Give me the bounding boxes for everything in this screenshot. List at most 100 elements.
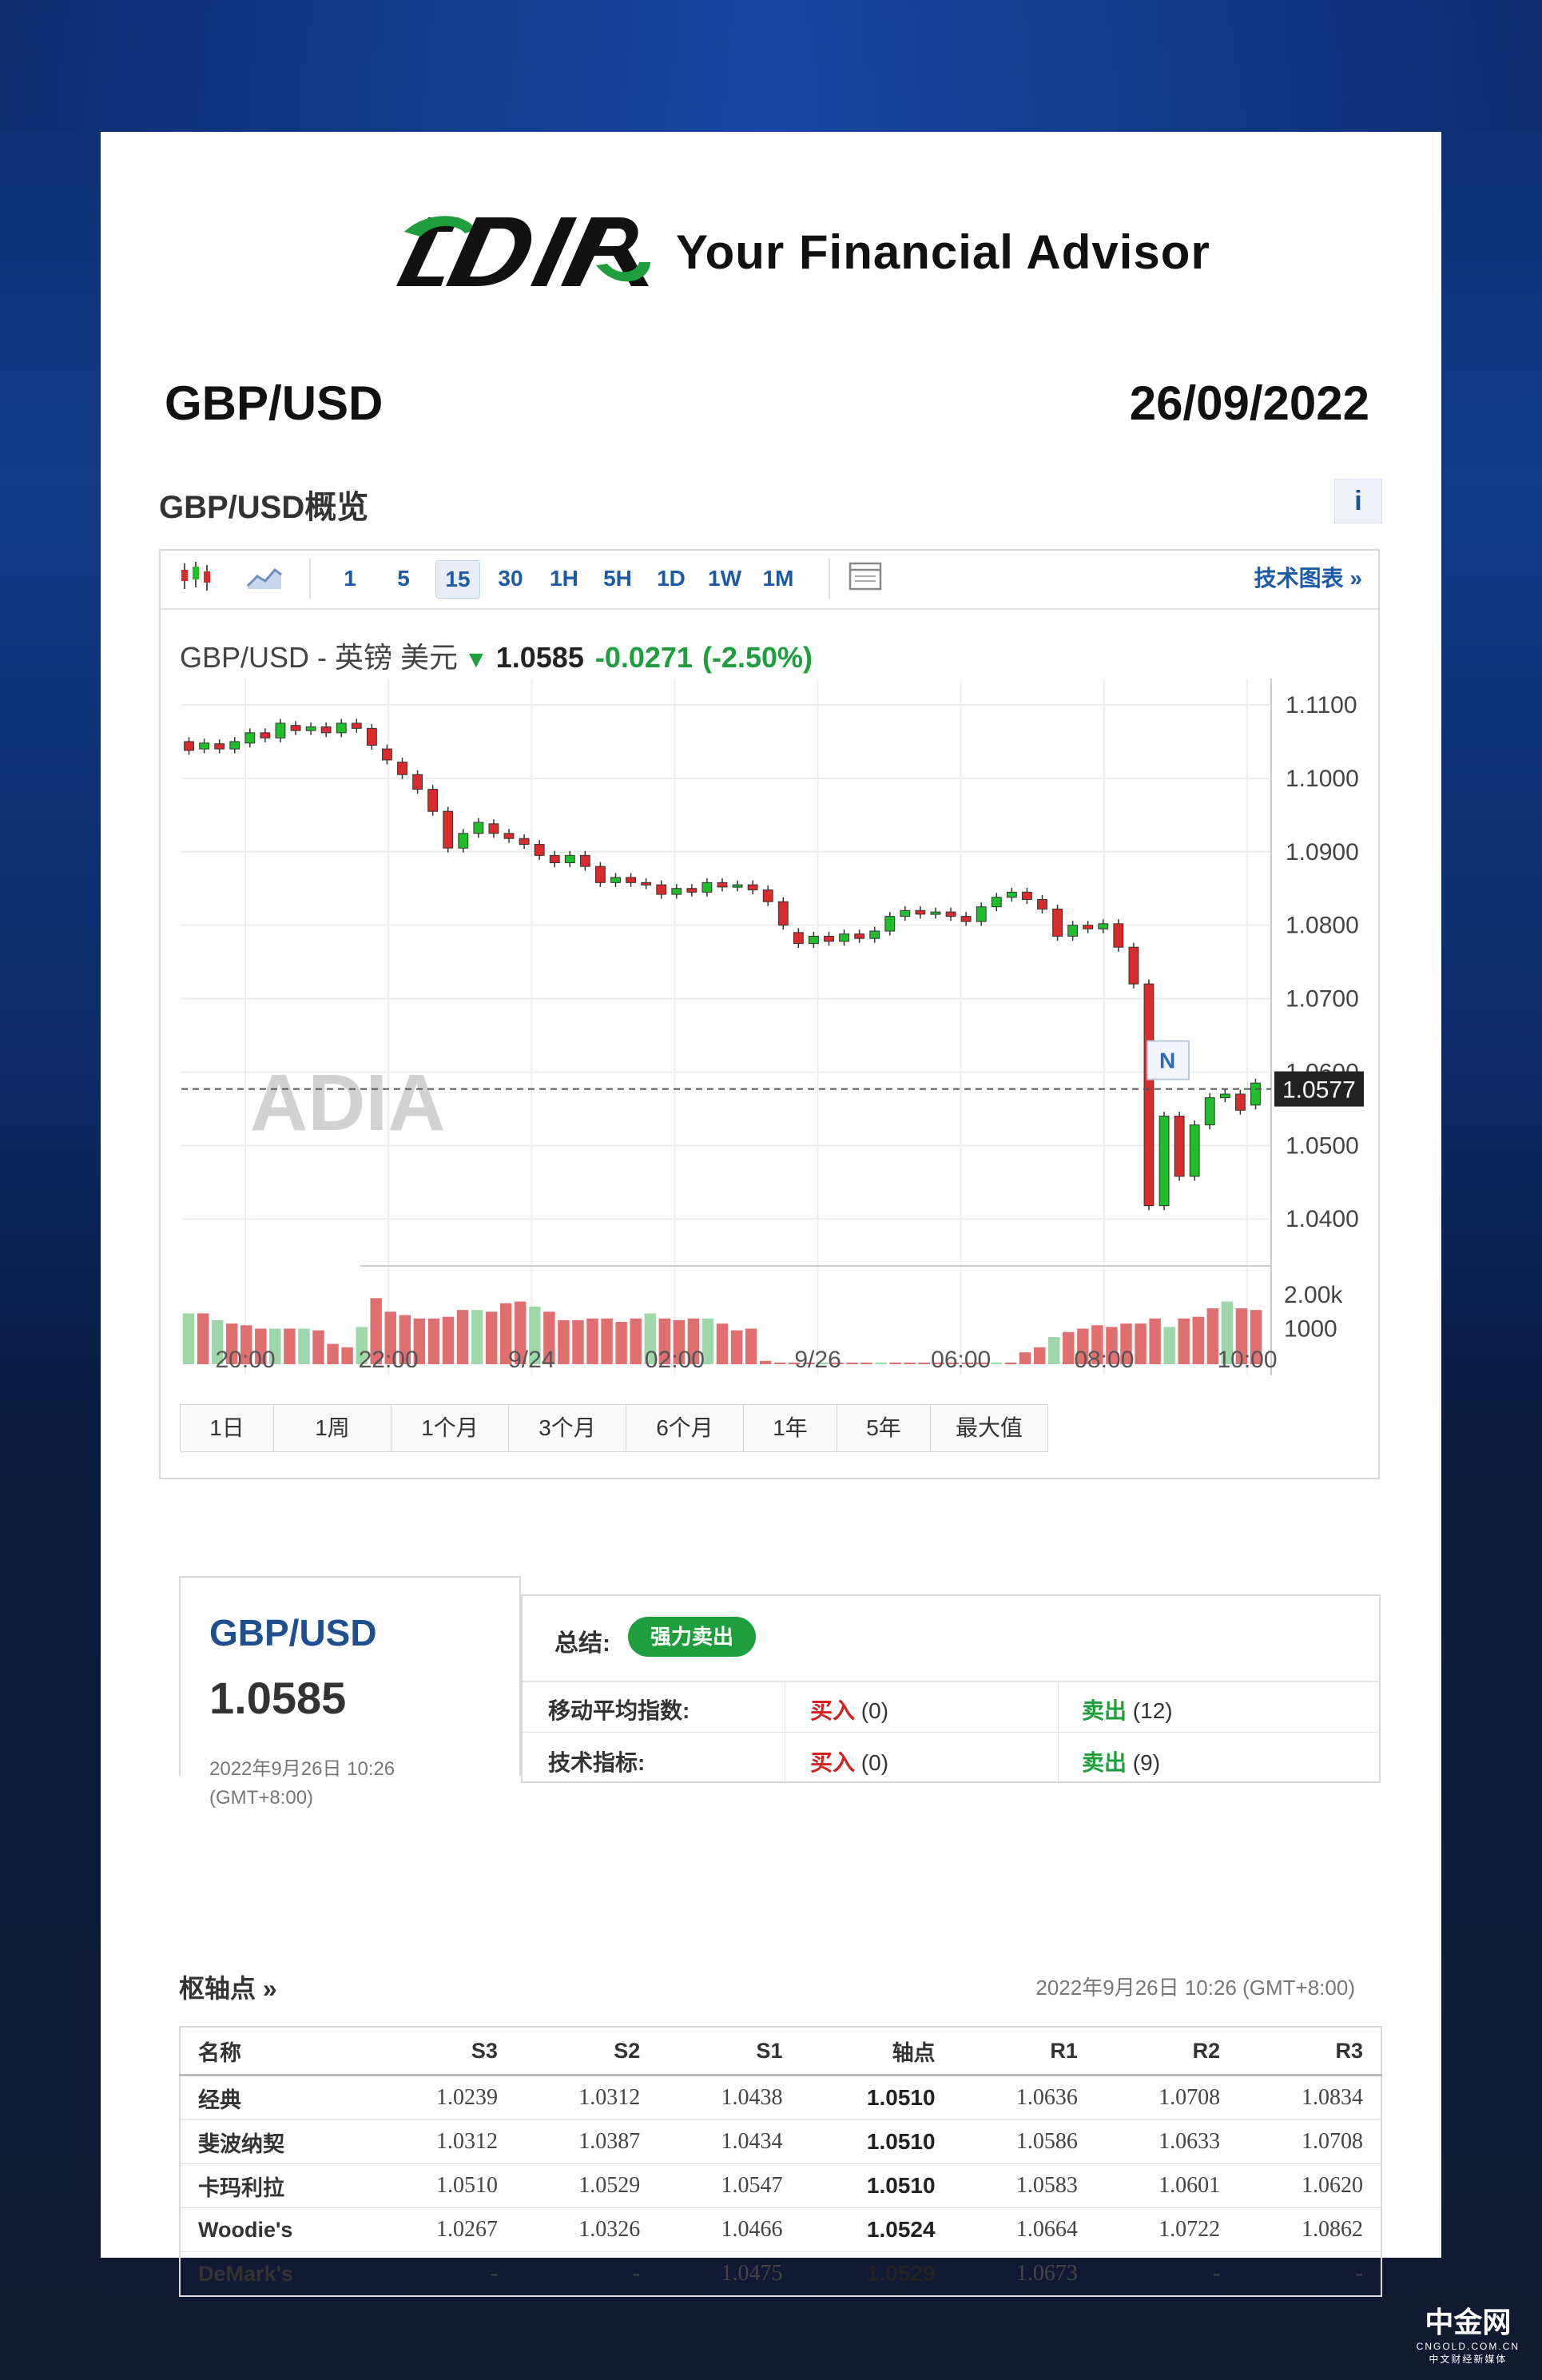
- volume-bar: [1192, 1316, 1204, 1364]
- x-tick-label: 9/26: [794, 1347, 841, 1373]
- volume-bar: [904, 1362, 916, 1364]
- volume-tick-label: 1000: [1284, 1316, 1337, 1343]
- candle: [305, 726, 316, 731]
- pivot-cell: 1.0708: [1238, 2119, 1381, 2164]
- candle: [671, 888, 682, 895]
- pair-title: GBP/USD: [165, 376, 384, 430]
- tech-chart-link[interactable]: 技术图表 »: [1254, 560, 1362, 597]
- ti-sell-count: (9): [1132, 1750, 1161, 1775]
- pivot-cell: 1.0387: [515, 2119, 658, 2164]
- interval-1d[interactable]: 1D: [650, 560, 693, 597]
- candle: [260, 732, 271, 738]
- pivot-cell: 1.0722: [1095, 2207, 1238, 2252]
- volume-bar: [312, 1330, 324, 1364]
- pivot-cell: -: [515, 2251, 658, 2297]
- interval-5[interactable]: 5: [382, 560, 425, 597]
- pivot-cell: -: [1238, 2251, 1381, 2297]
- quote-change: -0.0271: [594, 641, 693, 674]
- ti-row: 技术指标: 买入 (0) 卖出 (9): [523, 1733, 1379, 1784]
- news-marker-label: N: [1159, 1049, 1175, 1073]
- candle: [290, 725, 301, 731]
- volume-bar: [1149, 1318, 1161, 1364]
- price-chart[interactable]: 1.11001.10001.09001.08001.07001.06001.05…: [161, 671, 1378, 1390]
- pivot-cell: 1.0434: [658, 2119, 801, 2164]
- range-0[interactable]: 1日: [181, 1405, 274, 1451]
- x-tick-label: 20:00: [215, 1347, 275, 1373]
- cngold-watermark: 中金网 CNGOLD.COM.CN 中文财经新媒体: [1417, 2299, 1520, 2366]
- interval-5h[interactable]: 5H: [596, 560, 639, 597]
- y-tick-label: 1.1000: [1286, 766, 1359, 792]
- candle: [199, 742, 210, 750]
- candle: [686, 888, 697, 893]
- area-type-button[interactable]: [244, 560, 285, 597]
- candlestick-type-button[interactable]: [175, 560, 217, 597]
- cngold-name: 中金网: [1425, 2306, 1512, 2338]
- candle: [397, 762, 407, 775]
- ma-sell-count: (12): [1132, 1698, 1173, 1723]
- info-button[interactable]: i: [1334, 479, 1382, 523]
- candle: [1250, 1082, 1261, 1106]
- volume-bar: [197, 1313, 209, 1364]
- candle: [595, 866, 606, 883]
- candle: [777, 901, 789, 926]
- ti-label: 技术指标:: [548, 1750, 646, 1775]
- interval-15[interactable]: 15: [435, 560, 480, 599]
- summary-badge: 强力卖出: [628, 1617, 756, 1657]
- volume-bar: [601, 1318, 613, 1364]
- ti-sell: 卖出 (9): [1082, 1745, 1160, 1777]
- range-1[interactable]: 1周: [274, 1405, 391, 1451]
- candle: [1021, 891, 1032, 900]
- pivot-cell: 1.0510: [372, 2163, 515, 2208]
- candle: [214, 743, 225, 750]
- range-2[interactable]: 1个月: [391, 1405, 509, 1451]
- volume-bar: [773, 1362, 786, 1364]
- range-4[interactable]: 6个月: [626, 1405, 744, 1451]
- candle: [336, 722, 347, 734]
- volume-bar: [615, 1322, 627, 1364]
- layout-button[interactable]: [846, 560, 884, 597]
- x-tick-label: 9/24: [508, 1347, 554, 1373]
- y-tick-label: 1.0900: [1286, 839, 1359, 866]
- table-row: 经典 1.0239 1.0312 1.0438 1.0510 1.0636 1.0708 1.…: [180, 2075, 1381, 2120]
- volume-bar: [889, 1362, 901, 1364]
- interval-30[interactable]: 30: [489, 560, 532, 597]
- pivot-cell: 1.0312: [515, 2075, 658, 2120]
- range-3[interactable]: 3个月: [509, 1405, 626, 1451]
- candle: [1128, 946, 1139, 985]
- pivot-cell: 卡玛利拉: [180, 2163, 373, 2208]
- candle: [1067, 925, 1079, 937]
- cngold-sub: CNGOLD.COM.CN: [1416, 2341, 1520, 2352]
- candle: [1234, 1093, 1246, 1111]
- interval-1w[interactable]: 1W: [703, 560, 746, 597]
- y-tick-label: 1.0400: [1286, 1206, 1359, 1232]
- candle: [503, 833, 515, 839]
- range-6[interactable]: 5年: [837, 1405, 931, 1451]
- interval-1h[interactable]: 1H: [542, 560, 586, 597]
- volume-bar: [1163, 1327, 1175, 1364]
- volume-bar: [586, 1318, 598, 1364]
- pivot-cell: 1.0267: [372, 2207, 515, 2252]
- candle: [976, 906, 987, 922]
- candle: [930, 911, 941, 915]
- pivot-header-0: 名称: [180, 2027, 373, 2076]
- volume-bar: [427, 1318, 440, 1364]
- interval-1[interactable]: 1: [328, 560, 372, 597]
- candle: [549, 854, 560, 864]
- volume-bar: [1135, 1323, 1147, 1364]
- summary-label: 总结:: [554, 1630, 610, 1657]
- candle: [839, 933, 849, 942]
- range-selector: 1日 1周 1个月 3个月 6个月 1年 5年 最大值: [180, 1404, 1048, 1452]
- range-5[interactable]: 1年: [744, 1405, 837, 1451]
- interval-1m[interactable]: 1M: [757, 560, 800, 597]
- pivot-cell: 1.0510: [800, 2119, 953, 2164]
- x-tick-label: 02:00: [645, 1347, 705, 1373]
- candlestick-icon: [181, 562, 210, 591]
- candle: [1189, 1124, 1200, 1177]
- volume-bar: [1063, 1331, 1075, 1364]
- range-7[interactable]: 最大值: [931, 1405, 1047, 1451]
- candle: [793, 932, 804, 945]
- pivot-points-link[interactable]: 枢轴点 »: [179, 1968, 277, 2005]
- table-row: 卡玛利拉 1.0510 1.0529 1.0547 1.0510 1.0583 1.0601…: [180, 2163, 1381, 2208]
- candle: [427, 789, 439, 812]
- candle: [1052, 908, 1063, 937]
